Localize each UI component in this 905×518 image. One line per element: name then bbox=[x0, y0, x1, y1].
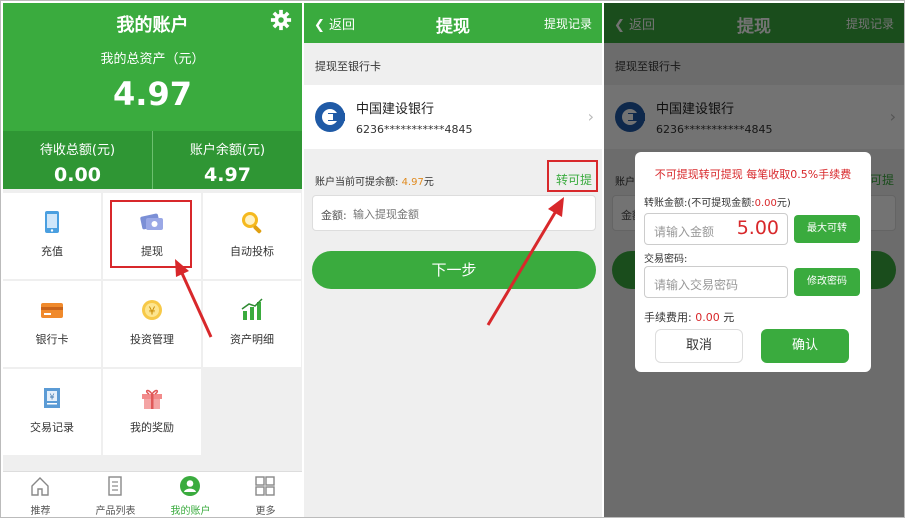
modify-password-button[interactable]: 修改密码 bbox=[794, 268, 860, 296]
password-placeholder: 请输入交易密码 bbox=[654, 278, 739, 292]
account-screen: 我的账户 我的总资产（元） 4.97 待收总额(元) 0.00 账户余额(元) … bbox=[3, 3, 302, 517]
transfer-dialog: 不可提现转可提现 每笔收取0.5%手续费 转账金额:(不可提现金额:0.00元)… bbox=[635, 152, 871, 372]
available-prefix: 账户当前可提余额: bbox=[315, 177, 399, 188]
bar-chart-icon bbox=[241, 298, 263, 320]
balance-summary: 账户余额(元) 4.97 bbox=[153, 131, 302, 189]
svg-text:¥: ¥ bbox=[149, 305, 156, 318]
document-icon bbox=[108, 476, 122, 496]
page-title: 我的账户 bbox=[116, 15, 189, 36]
magnifier-icon bbox=[242, 212, 262, 234]
transfer-amount-input[interactable]: 请输入金额 5.00 bbox=[644, 213, 788, 245]
ccb-logo-icon bbox=[315, 102, 345, 132]
grid-icon bbox=[255, 476, 275, 496]
screenshot-frame: 我的账户 我的总资产（元） 4.97 待收总额(元) 0.00 账户余额(元) … bbox=[0, 0, 905, 518]
grid-item-label: 交易记录 bbox=[30, 421, 74, 434]
transfer-dialog-screen: ❮ 返回 提现 提现记录 提现至银行卡 中国建设银行 6236*********… bbox=[604, 3, 904, 517]
gear-icon[interactable] bbox=[270, 9, 292, 31]
grid-item-transactions[interactable]: ¥ 交易记录 bbox=[3, 369, 101, 455]
fee-row: 手续费用: 0.00 元 bbox=[644, 309, 734, 325]
arrow-annotation bbox=[486, 197, 564, 326]
fee-value: 0.00 bbox=[695, 311, 720, 324]
tab-label: 更多 bbox=[255, 506, 276, 517]
available-amount: 4.97 bbox=[401, 177, 424, 188]
arrow-annotation bbox=[175, 259, 213, 338]
bank-card-row[interactable]: 中国建设银行 6236***********4845 › bbox=[304, 85, 602, 149]
transfer-label-suffix: 元) bbox=[776, 198, 791, 209]
confirm-button[interactable]: 确认 bbox=[761, 329, 849, 363]
chevron-right-icon: › bbox=[587, 107, 594, 126]
yen-coin-icon: ¥ bbox=[142, 300, 162, 320]
tab-products[interactable]: 产品列表 bbox=[78, 472, 153, 517]
svg-text:¥: ¥ bbox=[49, 393, 54, 402]
non-withdrawable-amount: 0.00 bbox=[754, 198, 777, 209]
withdraw-screen: ❮ 返回 提现 提现记录 提现至银行卡 中国建设银行 6236*********… bbox=[304, 3, 602, 517]
pending-label: 待收总额(元) bbox=[39, 143, 116, 158]
account-summary: 待收总额(元) 0.00 账户余额(元) 4.97 bbox=[3, 131, 302, 189]
amount-placeholder: 请输入金额 bbox=[654, 225, 715, 239]
gift-icon bbox=[142, 389, 162, 409]
grid-item-label: 充值 bbox=[41, 245, 63, 258]
amount-value: 5.00 bbox=[736, 217, 779, 239]
fee-unit: 元 bbox=[723, 311, 735, 324]
withdraw-records-link[interactable]: 提现记录 bbox=[544, 15, 592, 32]
password-label: 交易密码: bbox=[644, 254, 688, 265]
tab-label: 我的账户 bbox=[170, 506, 211, 517]
home-icon bbox=[31, 477, 49, 496]
total-asset-value: 4.97 bbox=[113, 75, 192, 113]
tab-label: 产品列表 bbox=[95, 506, 136, 517]
grid-item-recharge[interactable]: 充值 bbox=[3, 193, 101, 279]
pending-summary: 待收总额(元) 0.00 bbox=[3, 131, 152, 189]
available-suffix: 元 bbox=[423, 177, 434, 188]
max-transfer-button[interactable]: 最大可转 bbox=[794, 215, 860, 243]
grid-item-bank-card[interactable]: 银行卡 bbox=[3, 281, 101, 367]
section-label: 提现至银行卡 bbox=[315, 60, 381, 73]
grid-item-rewards[interactable]: 我的奖励 bbox=[103, 369, 201, 455]
tab-label: 推荐 bbox=[30, 506, 51, 517]
user-icon bbox=[180, 476, 200, 496]
bank-card-icon bbox=[41, 303, 63, 318]
grid-item-label: 银行卡 bbox=[35, 333, 69, 346]
transfer-amount-label: 转账金额:(不可提现金额:0.00元) bbox=[644, 194, 791, 209]
tab-my-account[interactable]: 我的账户 bbox=[153, 472, 228, 517]
nav-bar: ❮ 返回 提现 提现记录 bbox=[304, 3, 602, 43]
tab-recommend[interactable]: 推荐 bbox=[3, 472, 78, 517]
balance-label: 账户余额(元) bbox=[189, 143, 266, 158]
available-balance: 账户当前可提余额: 4.97元 bbox=[315, 173, 434, 188]
tab-more[interactable]: 更多 bbox=[228, 472, 302, 517]
amount-label: 金额: bbox=[321, 209, 347, 222]
fee-label: 手续费用: bbox=[644, 311, 692, 324]
balance-value: 4.97 bbox=[204, 164, 251, 186]
receipt-icon: ¥ bbox=[44, 388, 60, 408]
highlight-box-transfer bbox=[547, 160, 598, 192]
cancel-button[interactable]: 取消 bbox=[655, 329, 743, 363]
pending-value: 0.00 bbox=[54, 164, 101, 186]
fee-warning: 不可提现转可提现 每笔收取0.5%手续费 bbox=[654, 168, 852, 181]
bank-number: 6236***********4845 bbox=[356, 123, 473, 136]
grid-item-label: 我的奖励 bbox=[130, 421, 174, 434]
bottom-tab-bar: 推荐 产品列表 我的账户 更多 bbox=[3, 471, 302, 517]
transfer-label-prefix: 转账金额:(不可提现金额: bbox=[644, 198, 755, 209]
bank-name: 中国建设银行 bbox=[356, 102, 435, 117]
tablet-icon bbox=[45, 211, 59, 233]
trade-password-input[interactable]: 请输入交易密码 bbox=[644, 266, 788, 298]
total-asset-label: 我的总资产（元） bbox=[100, 52, 205, 67]
account-header: 我的账户 我的总资产（元） 4.97 bbox=[3, 3, 302, 131]
